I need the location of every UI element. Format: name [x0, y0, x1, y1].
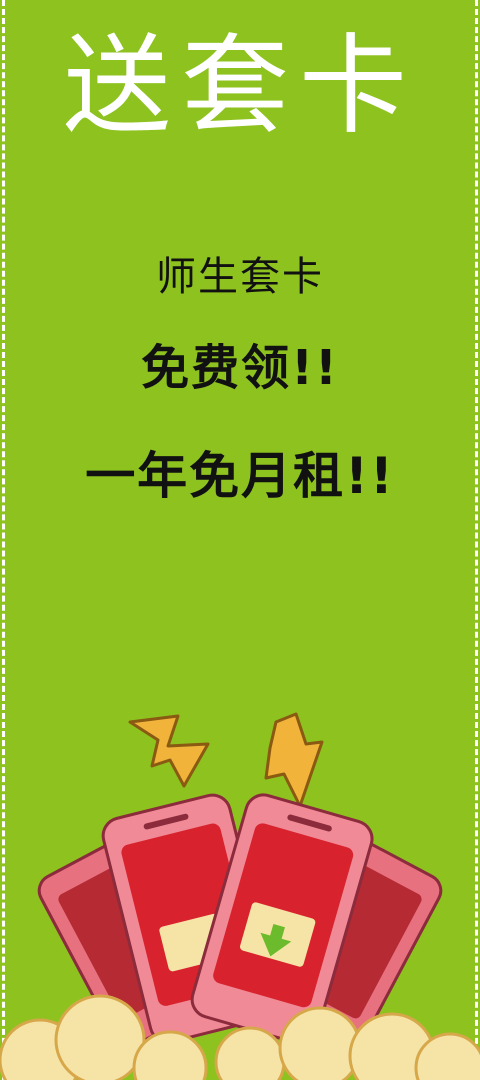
- free-claim-line: 免费领!!: [141, 340, 339, 396]
- lightning-icon: [264, 712, 324, 808]
- phones-with-lightning-illustration: [0, 712, 480, 1080]
- no-monthly-fee-line: 一年免月租!!: [85, 447, 395, 505]
- subtitle-line: 师生套卡: [156, 254, 324, 300]
- lightning-icon: [128, 714, 210, 788]
- page-title: 送套卡: [62, 24, 417, 149]
